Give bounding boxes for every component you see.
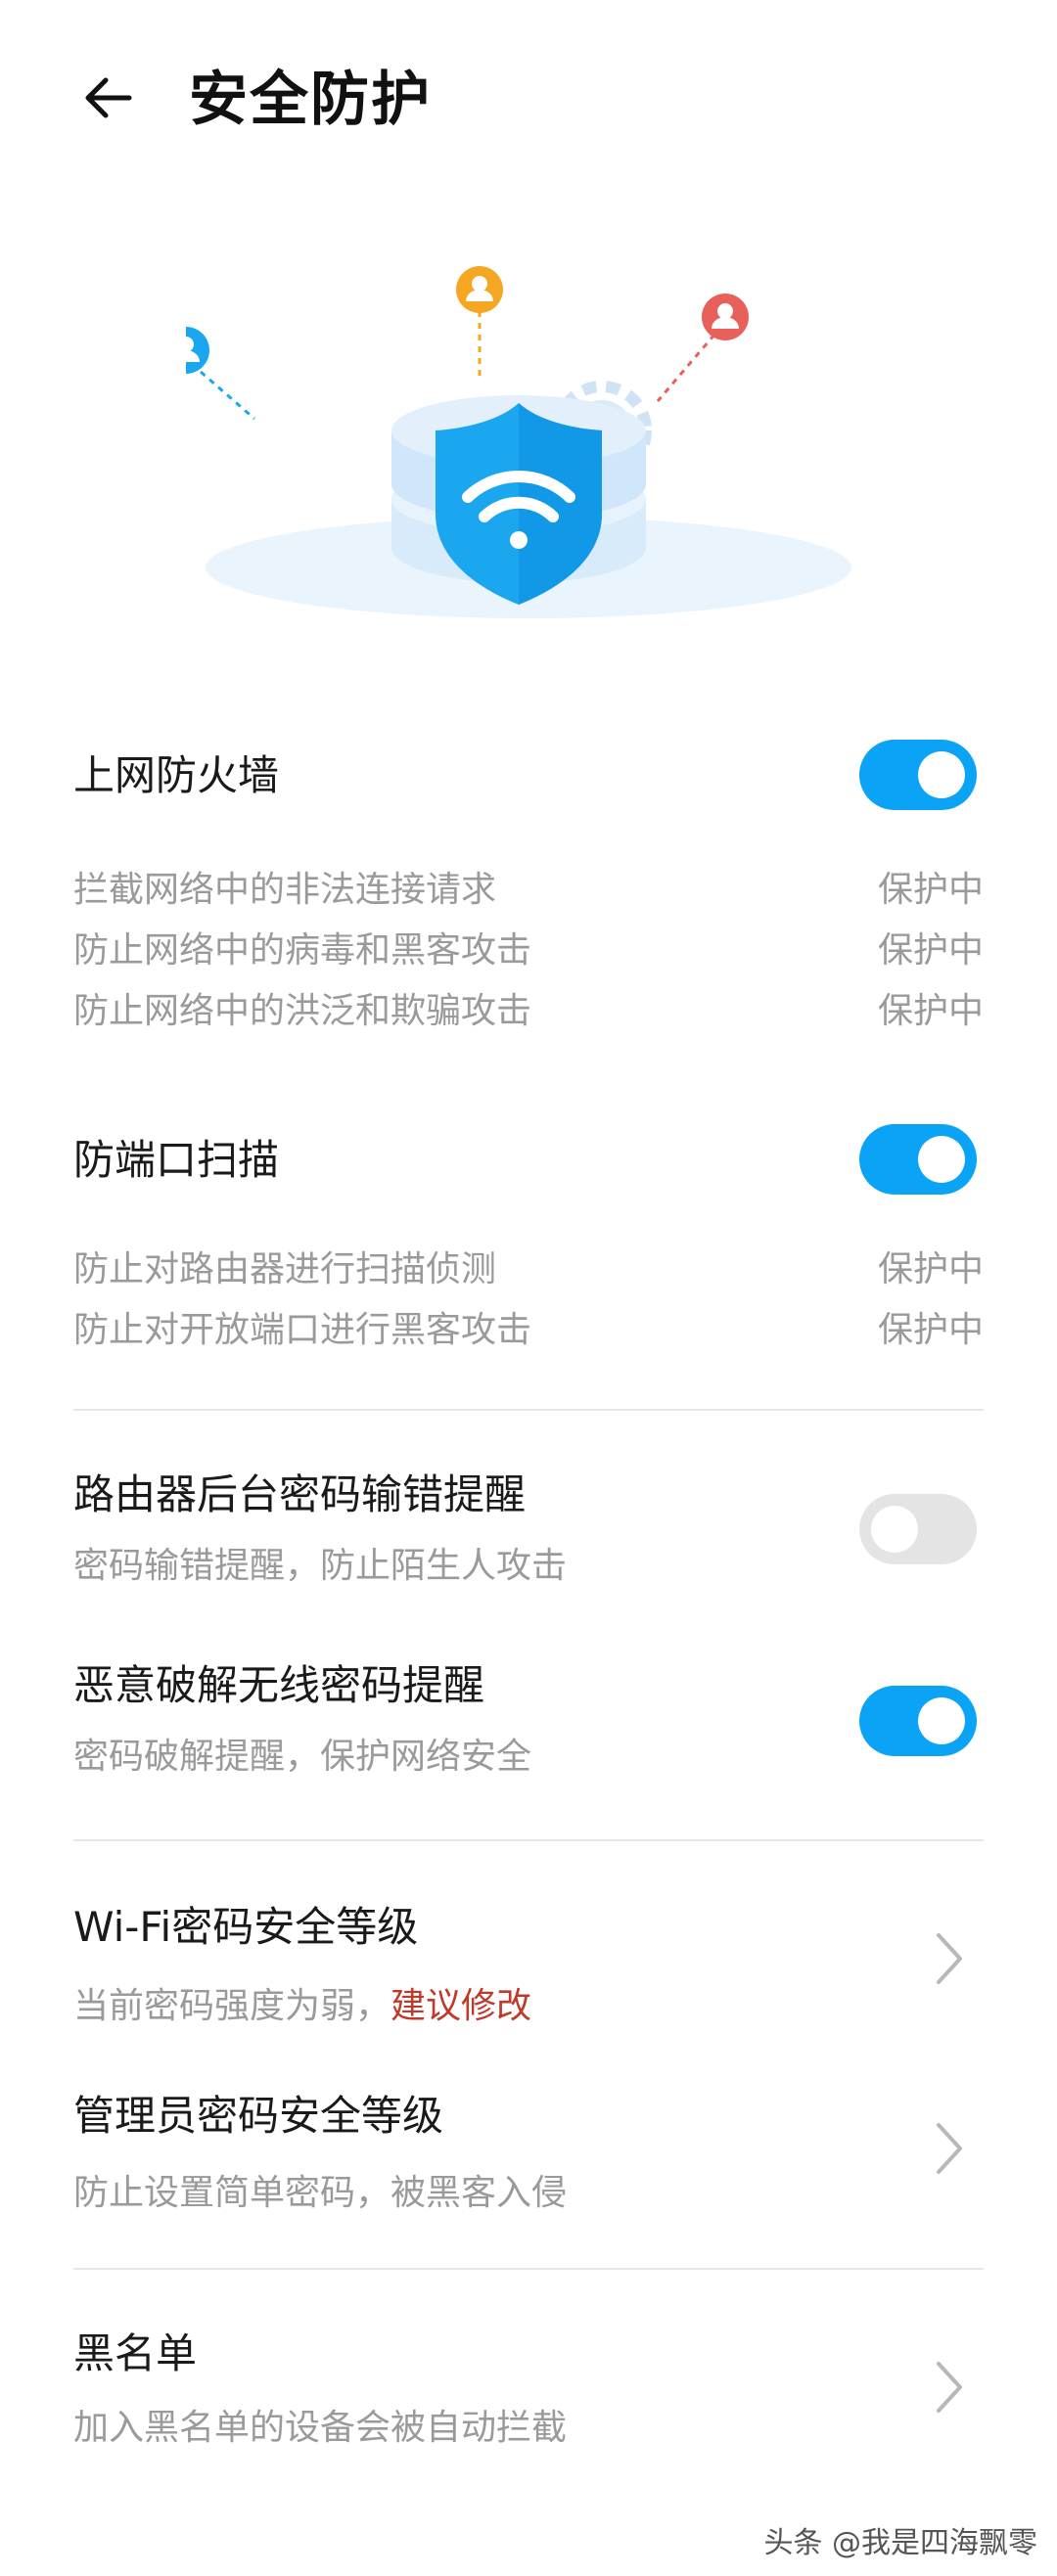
- toggle-knob: [918, 751, 965, 798]
- chevron-right-icon: [937, 2362, 962, 2413]
- shield-wifi-illustration: [186, 266, 851, 618]
- firewall-item-3-status: 保护中: [877, 991, 984, 1031]
- modify-suggestion-link[interactable]: 建议修改: [391, 1986, 531, 2026]
- port-scan-item-1-status: 保护中: [877, 1249, 984, 1289]
- firewall-toggle[interactable]: [859, 740, 977, 810]
- port-scan-item-2: 防止对开放端口进行黑客攻击: [73, 1310, 532, 1350]
- blacklist-desc: 加入黑名单的设备会被自动拦截: [73, 2408, 568, 2448]
- blacklist-title: 黑名单: [73, 2329, 198, 2377]
- crack-alert-toggle[interactable]: [859, 1686, 977, 1756]
- divider: [73, 1839, 984, 1841]
- wifi-level-desc-text: 当前密码强度为弱，: [73, 1986, 391, 2026]
- arrow-left-icon: [85, 77, 132, 118]
- toggle-knob: [918, 1136, 965, 1183]
- crack-alert-desc: 密码破解提醒，保护网络安全: [73, 1737, 532, 1777]
- port-scan-toggle[interactable]: [859, 1124, 977, 1195]
- router-pwd-alert-desc: 密码输错提醒，防止陌生人攻击: [73, 1546, 568, 1586]
- firewall-item-1: 拦截网络中的非法连接请求: [73, 870, 497, 910]
- blacklist-row[interactable]: [0, 2289, 1057, 2485]
- firewall-item-2: 防止网络中的病毒和黑客攻击: [73, 930, 532, 971]
- wifi-level-chevron[interactable]: [930, 1929, 969, 1988]
- firewall-item-1-status: 保护中: [877, 870, 984, 910]
- router-pwd-alert-title: 路由器后台密码输错提醒: [73, 1470, 527, 1518]
- toggle-knob: [871, 1506, 918, 1553]
- admin-level-desc: 防止设置简单密码，被黑客入侵: [73, 2173, 568, 2213]
- router-pwd-alert-toggle[interactable]: [859, 1494, 977, 1564]
- port-scan-item-1: 防止对路由器进行扫描侦测: [73, 1249, 497, 1289]
- firewall-item-3: 防止网络中的洪泛和欺骗攻击: [73, 991, 532, 1031]
- wifi-level-title: Wi-Fi密码安全等级: [73, 1903, 419, 1951]
- back-button[interactable]: [69, 59, 147, 137]
- admin-level-title: 管理员密码安全等级: [73, 2092, 444, 2140]
- page-title: 安全防护: [189, 66, 432, 134]
- port-scan-item-2-status: 保护中: [877, 1310, 984, 1350]
- blacklist-chevron[interactable]: [930, 2358, 969, 2417]
- firewall-title: 上网防火墙: [73, 751, 280, 799]
- crack-alert-title: 恶意破解无线密码提醒: [73, 1661, 485, 1709]
- toggle-knob: [918, 1697, 965, 1744]
- chevron-right-icon: [937, 1933, 962, 1984]
- port-scan-title: 防端口扫描: [73, 1136, 280, 1184]
- admin-level-chevron[interactable]: [930, 2119, 969, 2178]
- chevron-right-icon: [937, 2123, 962, 2174]
- divider: [73, 2268, 984, 2270]
- watermark: 头条 @我是四海飘零: [763, 2526, 1037, 2560]
- firewall-item-2-status: 保护中: [877, 930, 984, 971]
- wifi-level-desc: 当前密码强度为弱，建议修改: [73, 1983, 531, 2030]
- divider: [73, 1409, 984, 1411]
